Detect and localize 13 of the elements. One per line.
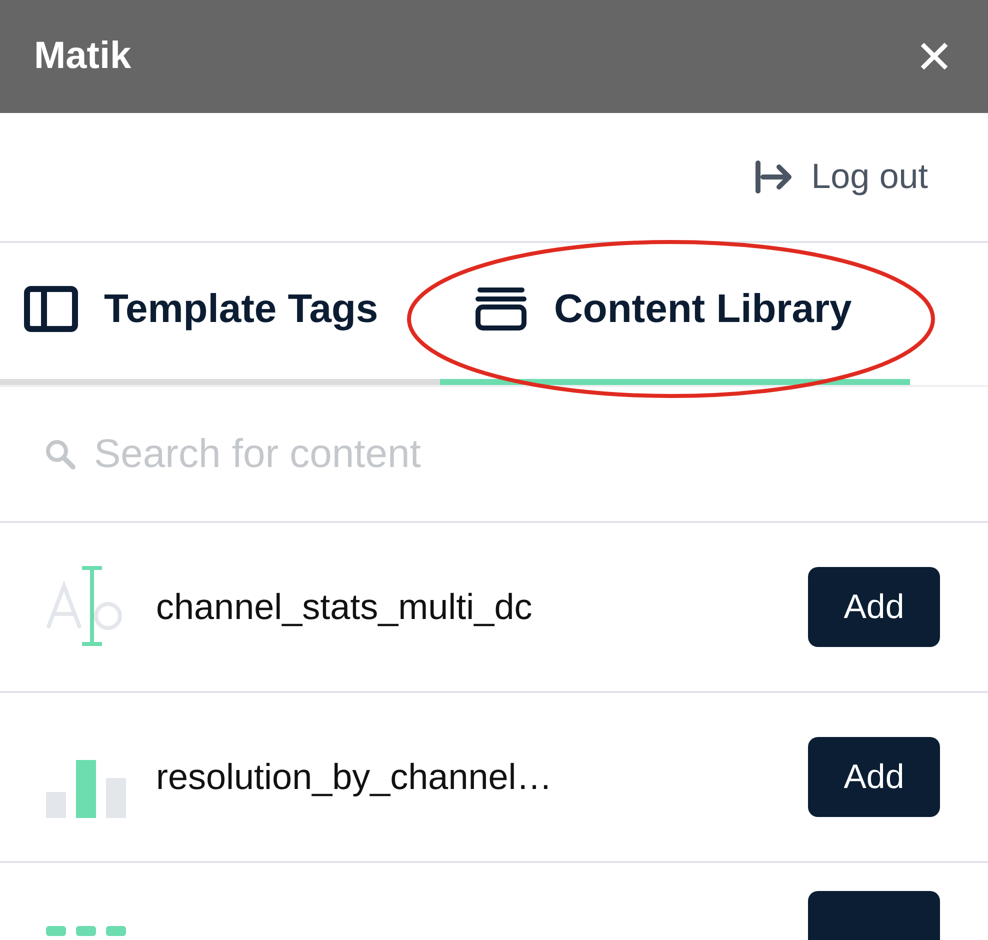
tab[interactable]: Template Tags (0, 243, 440, 385)
panel-title: Matik (34, 34, 132, 79)
panel-icon (24, 286, 78, 332)
table-icon (44, 926, 128, 936)
item-name: resolution_by_channel… (156, 755, 552, 799)
add-button[interactable]: Add (808, 567, 940, 647)
item-name: channel_stats_multi_dc (156, 585, 532, 629)
add-button[interactable]: Add (808, 737, 940, 817)
search-field[interactable]: Search for content (92, 423, 792, 485)
stack-icon (474, 286, 528, 332)
search-icon (44, 438, 76, 470)
logout-link[interactable]: Log out (755, 150, 928, 204)
close-button[interactable]: ✕ (915, 34, 954, 80)
